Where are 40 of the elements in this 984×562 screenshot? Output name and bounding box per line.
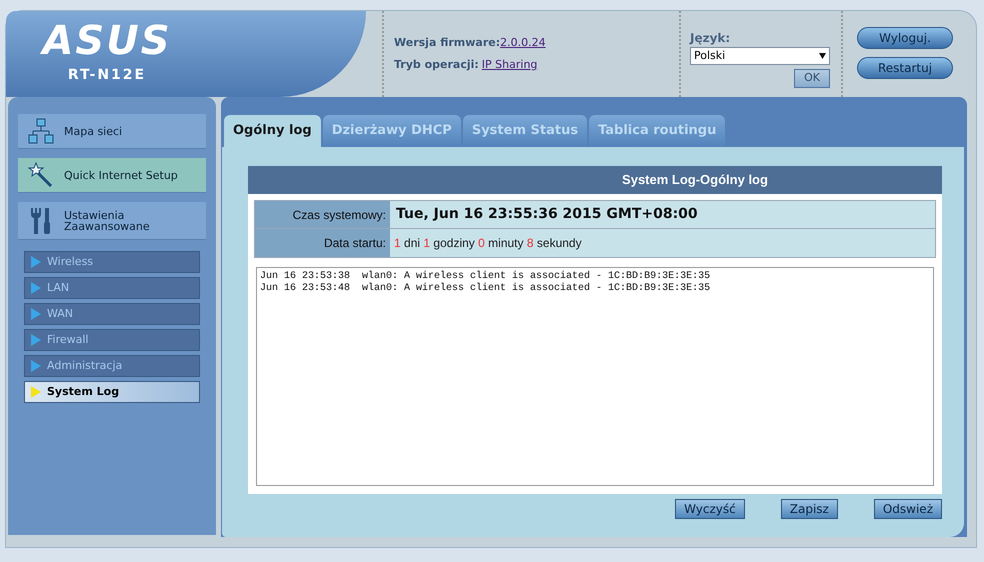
panel-title-bar: System Log-Ogólny log	[248, 166, 942, 194]
mode-link[interactable]: IP Sharing	[482, 57, 538, 74]
refresh-button[interactable]: Odswież	[874, 499, 942, 519]
firmware-label: Wersja firmware:	[394, 34, 500, 50]
log-line: Jun 16 23:53:48 wlan0: A wireless client is associated - 1C:BD:B9:3E:3E:35	[260, 283, 712, 295]
triangle-icon	[31, 282, 41, 294]
menu-item[interactable]: Ustawienia Zaawansowane	[18, 202, 206, 240]
firmware-link[interactable]: 2.0.0.24	[500, 34, 546, 51]
model-name: RT-N12E	[66, 66, 148, 85]
caret-icon	[819, 53, 826, 59]
submenu-item[interactable]: Wireless	[24, 251, 200, 273]
network-icon	[28, 118, 54, 144]
menu-item[interactable]: Mapa sieci	[18, 114, 206, 149]
submenu-item[interactable]: WAN	[24, 303, 200, 325]
log-line: Jun 16 23:53:38 wlan0: A wireless client is associated - 1C:BD:B9:3E:3E:35	[260, 271, 712, 282]
triangle-icon	[31, 256, 41, 268]
triangle-icon	[31, 386, 41, 398]
log-area[interactable]: Jun 16 23:53:38 wlan0: A wireless client is associated - 1C:BD:B9:3E:3E:35 Jun 16 23:53:48 wlan0: A wireless client is associated - 1C:BD:B9:3E:3E:35	[256, 267, 934, 486]
magic-wand-icon	[28, 162, 54, 188]
triangle-icon	[31, 334, 41, 346]
system-time-label: Czas systemowy:	[255, 201, 390, 228]
submenu-item[interactable]: System Log	[24, 381, 200, 403]
submenu-item[interactable]: Administracja	[24, 355, 200, 377]
system-time-value: Tue, Jun 16 23:55:36 2015 GMT+08:00	[390, 201, 935, 228]
menu-item[interactable]: Quick Internet Setup	[18, 158, 206, 193]
triangle-icon	[31, 308, 41, 320]
triangle-icon	[31, 360, 41, 372]
save-button[interactable]: Zapisz	[780, 499, 838, 519]
logout-button[interactable]: Wyloguj.	[857, 27, 953, 49]
language-select[interactable]: Polski	[690, 47, 830, 65]
uptime-label: Data startu:	[255, 229, 390, 257]
uptime-value: 1 dni 1 godziny 0 minuty 8 sekundy	[394, 235, 582, 252]
clear-button[interactable]: Wyczyść	[675, 499, 745, 519]
restart-button[interactable]: Restartuj	[857, 57, 953, 79]
language-label: Język:	[690, 30, 732, 47]
mode-label: Tryb operacji:	[394, 57, 479, 73]
tab[interactable]: Ogólny log	[224, 115, 321, 147]
brand-logo: ASUS	[39, 21, 173, 61]
submenu-item[interactable]: Firewall	[24, 329, 200, 351]
submenu-item[interactable]: LAN	[24, 277, 200, 299]
